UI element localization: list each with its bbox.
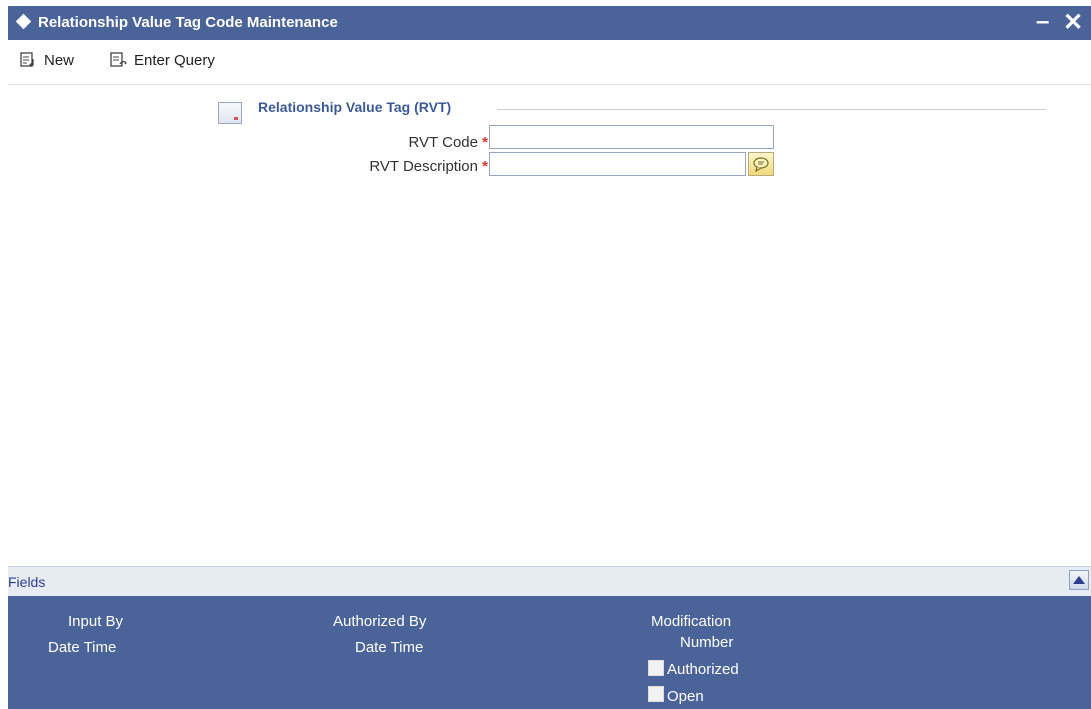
fields-bar: Fields xyxy=(8,566,1091,597)
number-label: Number xyxy=(680,634,734,651)
diamond-icon xyxy=(15,13,32,30)
new-button-label: New xyxy=(44,51,75,69)
audit-panel: Input By Date Time Authorized By Date Ti… xyxy=(8,596,1091,709)
rvt-code-label: RVT Code * xyxy=(338,134,488,151)
toolbar: New Enter Query xyxy=(8,40,1091,85)
auth-date-time-label: Date Time xyxy=(355,639,424,656)
triangle-up-icon xyxy=(1073,576,1085,584)
minimize-button[interactable]: – xyxy=(1036,8,1049,36)
collapse-up-button[interactable] xyxy=(1069,570,1089,590)
authorized-checkbox[interactable] xyxy=(648,660,664,676)
rvt-description-label: RVT Description * xyxy=(308,158,488,175)
open-checkbox-label: Open xyxy=(667,688,704,705)
query-icon xyxy=(110,52,127,67)
close-button[interactable]: ✕ xyxy=(1063,8,1083,37)
required-marker: * xyxy=(482,158,488,175)
input-by-label: Input By xyxy=(68,613,124,630)
description-editor-button[interactable] xyxy=(748,152,774,176)
rvt-description-label-text: RVT Description xyxy=(369,158,478,175)
enter-query-button[interactable]: Enter Query xyxy=(110,50,215,70)
required-marker: * xyxy=(482,134,488,151)
date-time-label: Date Time xyxy=(48,639,117,656)
new-button[interactable]: New xyxy=(20,50,74,70)
title-bar: Relationship Value Tag Code Maintenance … xyxy=(8,6,1091,40)
section-collapse-icon[interactable] xyxy=(218,102,242,124)
authorized-by-label: Authorized By xyxy=(333,613,427,630)
modification-label: Modification xyxy=(651,613,732,630)
fields-link[interactable]: Fields xyxy=(8,574,45,590)
rvt-description-input[interactable] xyxy=(489,152,746,176)
authorized-checkbox-label: Authorized xyxy=(667,661,739,678)
window-title: Relationship Value Tag Code Maintenance xyxy=(38,14,338,31)
enter-query-label: Enter Query xyxy=(134,51,215,69)
section-divider xyxy=(497,109,1046,110)
section-title: Relationship Value Tag (RVT) xyxy=(258,99,452,115)
open-checkbox[interactable] xyxy=(648,686,664,702)
rvt-code-label-text: RVT Code xyxy=(408,134,478,151)
rvt-code-input[interactable] xyxy=(489,125,774,149)
maintenance-window: Relationship Value Tag Code Maintenance … xyxy=(8,6,1091,709)
speech-bubble-icon xyxy=(753,157,769,172)
new-record-icon xyxy=(20,52,34,67)
